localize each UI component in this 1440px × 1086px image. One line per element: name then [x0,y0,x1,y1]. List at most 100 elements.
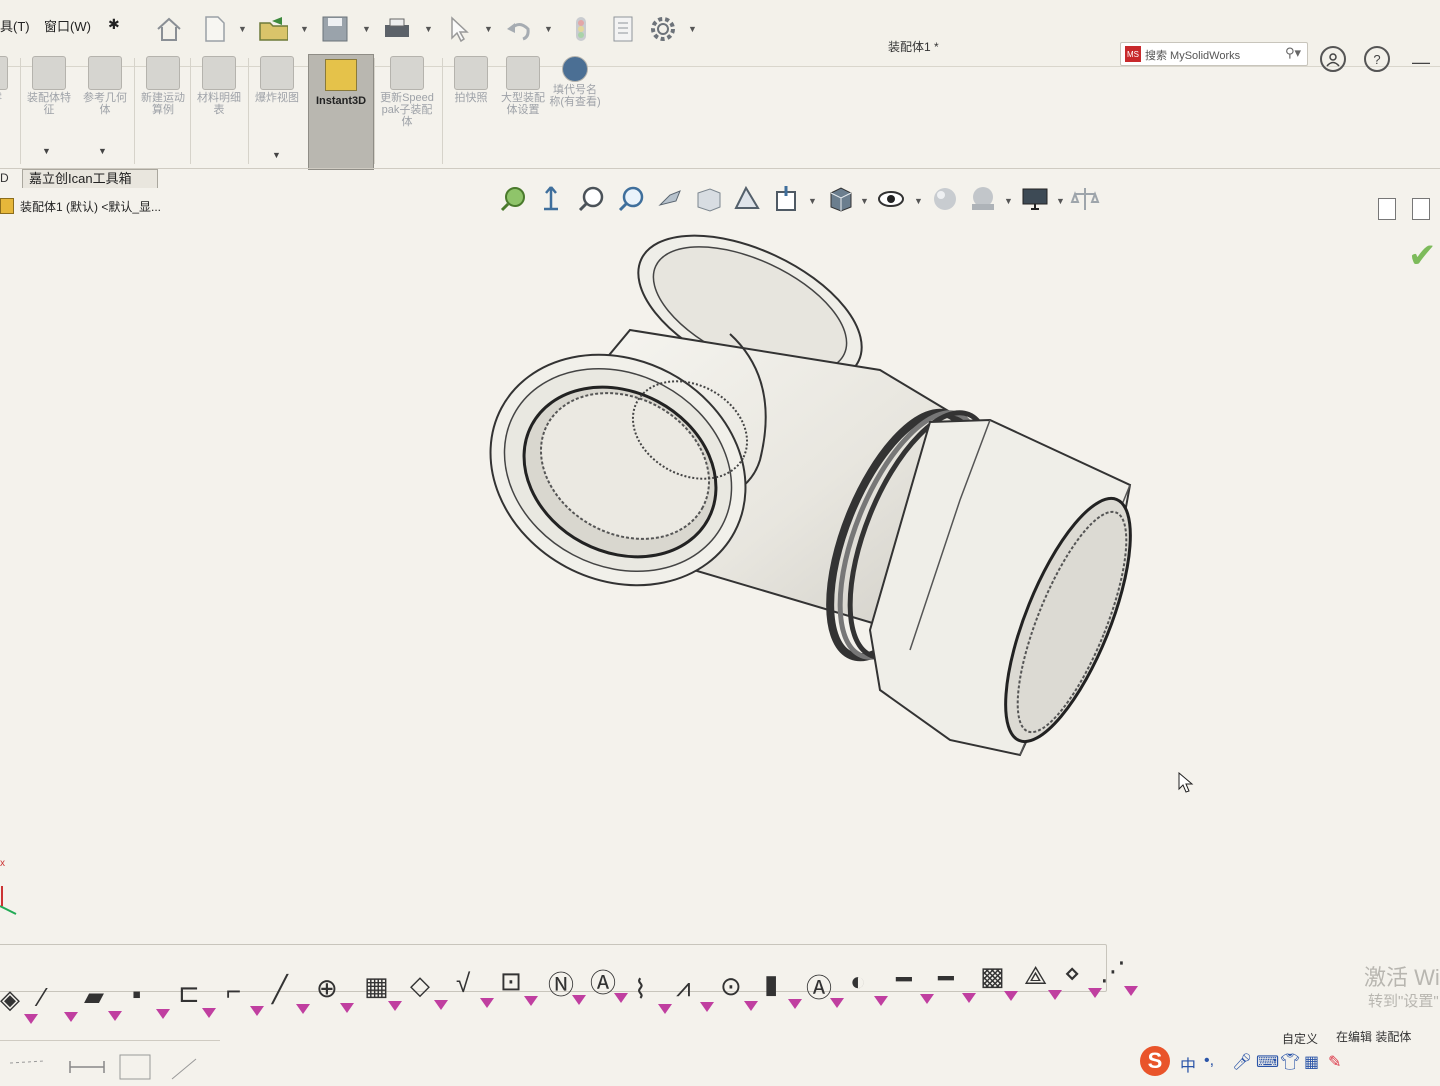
minimize-button[interactable]: — [1412,52,1430,73]
filter-toggle-icon[interactable]: ⋰ [1100,956,1140,997]
ribbon-new-motion-study[interactable]: 新建运动算例 [136,54,190,168]
filter-tolerances-icon[interactable]: √ [456,968,496,1008]
display-style-icon[interactable] [826,184,856,214]
save-dropdown-caret[interactable]: ▼ [362,24,371,34]
status-custom[interactable]: 自定义 [1282,1030,1318,1047]
confirm-check-icon[interactable]: ✔ [1408,236,1437,276]
graphics-area-model[interactable] [460,230,1160,770]
filter-spatial-icon[interactable]: ⟁ [1024,960,1064,1000]
filter-centerlines-icon[interactable]: ◐ [850,966,890,1006]
filter-dimensions-icon[interactable]: ◇ [410,970,450,1010]
traffic-light-icon[interactable] [566,14,596,44]
render-tools-icon[interactable] [1070,184,1100,214]
help-icon[interactable]: ? [1364,46,1390,72]
ribbon-take-snapshot[interactable]: 拍快照 [444,54,498,168]
ime-keyboard-icon[interactable]: ⌨ [1256,1052,1279,1072]
view-orientation-icon[interactable] [772,184,802,214]
pin-icon[interactable]: ✱ [108,16,120,33]
search-magnifier-icon[interactable]: ⚲▾ [1285,45,1301,61]
ribbon-large-assembly-settings[interactable]: 大型装配体设置 [496,54,550,168]
filter-centers-icon[interactable]: ⊕ [316,973,356,1013]
ribbon-partial-left[interactable]: 隐零 [0,54,18,168]
filter-axes-icon[interactable]: ⁄ [40,982,80,1023]
section-view-icon[interactable] [694,184,724,214]
undo-icon[interactable] [504,14,534,44]
ime-mode-chinese[interactable]: 中 [1180,1052,1196,1076]
edit-appearance-icon[interactable] [930,184,960,214]
ime-toolbox-icon[interactable]: ▦ [1304,1052,1319,1072]
filter-notes-icon[interactable]: ⊡ [500,966,540,1007]
zoom-area-icon[interactable] [576,184,606,214]
apply-scene-icon[interactable] [968,184,998,214]
filter-weld-icon[interactable]: ⌇ [634,974,674,1014]
filter-cosmetic-thread-icon[interactable]: ⊙ [720,971,760,1011]
select-arrow-icon[interactable] [444,14,474,44]
open-folder-icon[interactable] [258,14,288,44]
new-dropdown-caret[interactable]: ▼ [238,24,247,34]
filter-blocks-icon[interactable]: Ⓐ [806,968,846,1008]
filter-edges-icon[interactable]: ╱ [272,974,312,1015]
zoom-to-fit-icon[interactable] [498,184,528,214]
print-dropdown-caret[interactable]: ▼ [424,24,433,34]
rotate-view-icon[interactable] [656,184,686,214]
filter-sketch-segments-icon[interactable]: ⊏ [178,978,218,1018]
dynamic-annotation-icon[interactable] [732,184,762,214]
ribbon-bill-of-materials[interactable]: 材料明细表 [192,54,246,168]
ribbon-dropdown-caret[interactable]: ▼ [272,150,281,160]
undo-dropdown-caret[interactable]: ▼ [544,24,553,34]
apply-scene-caret[interactable]: ▼ [1004,196,1013,206]
ime-extra-icon[interactable]: ✎ [1328,1052,1341,1072]
ime-voice-icon[interactable]: 🎤︎ [1232,1052,1252,1072]
filter-points-icon[interactable]: ▪ [132,979,172,1020]
home-icon[interactable] [154,14,184,44]
filter-surface-finish-icon[interactable]: ⩘ [676,972,716,1013]
user-account-icon[interactable] [1320,46,1346,72]
print-icon[interactable] [382,14,412,44]
sogou-ime-logo[interactable]: S [1140,1046,1170,1076]
filter-connection-points-icon[interactable]: ▩ [980,961,1020,1002]
display-style-caret[interactable]: ▼ [860,196,869,206]
ribbon-divider [20,58,21,164]
menu-window[interactable]: 窗口(W) [44,16,91,35]
ribbon-dropdown-caret[interactable]: ▼ [98,146,107,156]
filter-hole-callout-icon[interactable]: ▮ [764,969,804,1010]
filter-glyph: ⊡ [500,966,522,997]
filter-vertices-icon[interactable]: ◈ [0,984,40,1024]
zoom-in-out-icon[interactable] [616,184,646,214]
new-document-icon[interactable] [200,14,230,44]
filter-route-points-icon[interactable]: ━ [938,963,978,1003]
ribbon-fill-code-name[interactable]: 填代号名称(有查看) [548,54,602,168]
tab-partial-left[interactable]: D [0,171,9,185]
bottom-sketch-icons[interactable] [0,1041,220,1081]
open-dropdown-caret[interactable]: ▼ [300,24,309,34]
funnel-icon [658,1004,672,1014]
ime-skin-icon[interactable]: 👕︎ [1280,1052,1300,1072]
filter-datum-icon[interactable]: Ⓐ [590,963,630,1004]
filter-surfaces-icon[interactable]: ▦ [364,971,404,1012]
file-properties-icon[interactable] [608,14,638,44]
previous-view-icon[interactable] [536,184,566,214]
search-input[interactable]: MS 搜索 MySolidWorks ⚲▾ [1120,42,1308,66]
hide-show-items-icon[interactable] [876,184,906,214]
filter-mass-center-icon[interactable]: ━ [896,964,936,1005]
ribbon-instant3d[interactable]: Instant3D [308,54,374,170]
menu-tools[interactable]: 具(T) [0,16,30,35]
pane-left-button[interactable] [1378,198,1396,220]
save-icon[interactable] [320,14,350,44]
ribbon-dropdown-caret[interactable]: ▼ [42,146,51,156]
tab-jlc-ican-toolbox[interactable]: 嘉立创Ican工具箱 [22,169,158,188]
options-gear-icon[interactable] [648,14,678,44]
ime-punctuation[interactable]: •, [1204,1052,1214,1070]
filter-balloons-icon[interactable]: Ⓝ [548,965,588,1005]
filter-planes-icon[interactable]: ▰ [84,981,124,1021]
view-settings-caret[interactable]: ▼ [1056,196,1065,206]
hide-show-caret[interactable]: ▼ [914,196,923,206]
ribbon-update-speedpak[interactable]: 更新Speedpak子装配体 [380,54,434,168]
pane-right-button[interactable] [1412,198,1430,220]
view-orientation-caret[interactable]: ▼ [808,196,817,206]
filter-sketch-arcs-icon[interactable]: ⌐ [226,976,266,1016]
options-dropdown-caret[interactable]: ▼ [688,24,697,34]
filter-select-all-icon[interactable]: ⋄ [1064,958,1104,998]
view-settings-monitor-icon[interactable] [1020,184,1050,214]
select-dropdown-caret[interactable]: ▼ [484,24,493,34]
